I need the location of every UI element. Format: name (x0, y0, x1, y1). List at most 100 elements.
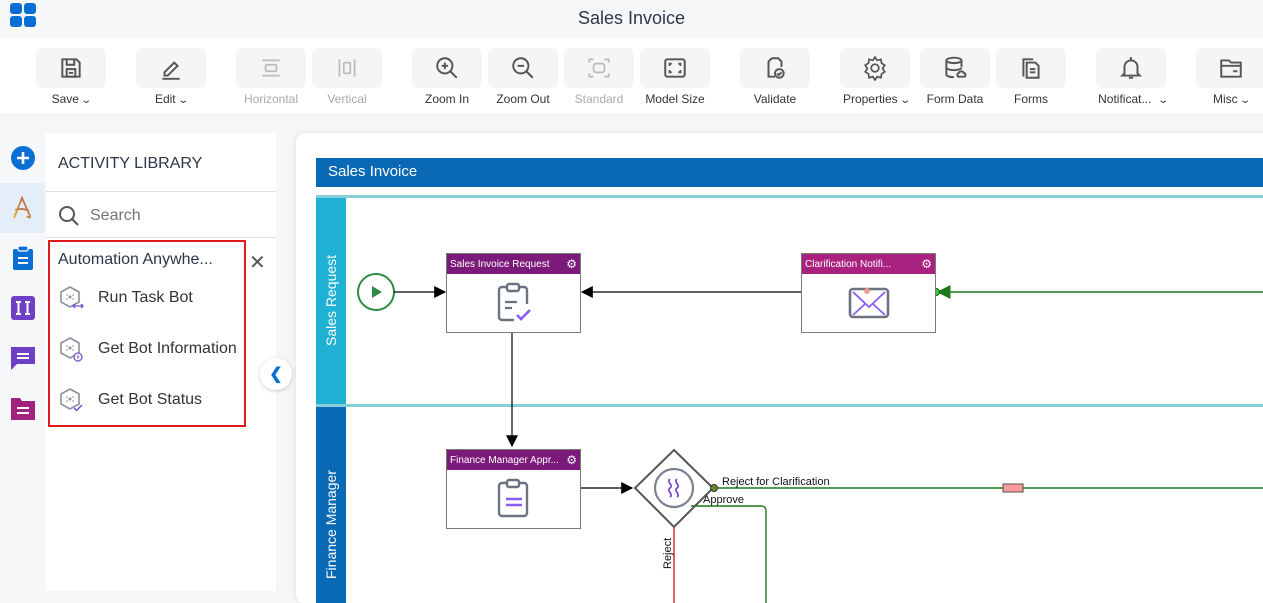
task-finance-manager-approval[interactable]: Finance Manager Appr... ⚙ (446, 449, 581, 529)
zoom-in-button[interactable] (412, 48, 482, 88)
app-title: Sales Invoice (577, 8, 686, 28)
folder-doc-icon (10, 398, 35, 420)
chevron-down-icon: ⌄ (176, 95, 189, 106)
library-item-label: Get Bot Status (98, 391, 203, 408)
model-size-icon (664, 58, 686, 78)
close-icon[interactable]: ✕ (249, 250, 266, 275)
vertical-layout-icon (338, 59, 356, 77)
top-bar: Sales Invoice (0, 0, 1263, 38)
horizontal-label: Horizontal (243, 92, 299, 106)
start-event[interactable] (357, 273, 395, 311)
task-header: Clarification Notifi... ⚙ (802, 254, 935, 274)
chevron-down-icon: ⌄ (1157, 95, 1170, 106)
edit-button[interactable] (136, 48, 206, 88)
library-item-label: Get Bot Information (98, 340, 237, 357)
validate-button[interactable] (740, 48, 810, 88)
zoom-out-button[interactable] (488, 48, 558, 88)
notifications-label[interactable]: Notificat... ⌄ (1094, 92, 1172, 106)
folder-icon (1220, 59, 1242, 78)
run-task-bot-icon (60, 286, 84, 309)
task-header: Finance Manager Appr... ⚙ (447, 450, 580, 470)
library-item-run-task-bot[interactable]: Run Task Bot (58, 285, 193, 311)
model-size-button[interactable] (640, 48, 710, 88)
notifications-text: Notificat... (1098, 92, 1152, 106)
task-header: Sales Invoice Request ⚙ (447, 254, 580, 274)
zoom-in-icon (436, 57, 458, 79)
database-icon (945, 56, 967, 79)
properties-text: Properties (842, 92, 898, 106)
library-item-get-bot-status[interactable]: Get Bot Status (58, 387, 202, 413)
bell-icon (1119, 57, 1143, 79)
library-group-title[interactable]: Automation Anywhe... (58, 251, 213, 269)
validate-icon (767, 57, 785, 79)
gear-icon[interactable]: ⚙ (566, 257, 577, 271)
task-clarification-notification[interactable]: Clarification Notifi... ⚙ (801, 253, 936, 333)
flow-approve (691, 505, 767, 603)
vertical-button[interactable] (312, 48, 382, 88)
save-text: Save (51, 92, 79, 106)
form-data-button[interactable] (920, 48, 990, 88)
flow-label-reject: Reject (662, 537, 674, 569)
search-box[interactable] (58, 205, 250, 227)
rail-add[interactable] (0, 133, 45, 183)
left-rail (0, 133, 45, 591)
properties-label[interactable]: Properties⌄ (838, 92, 914, 106)
task-sales-invoice-request[interactable]: Sales Invoice Request ⚙ (446, 253, 581, 333)
forms-button[interactable] (996, 48, 1066, 88)
process-canvas[interactable]: Sales Invoice Sales Request Finance Mana… (296, 133, 1263, 603)
text-field-icon (10, 296, 35, 320)
envelope-icon (848, 287, 889, 319)
misc-button[interactable] (1196, 48, 1263, 88)
collapse-panel-button[interactable]: ❮ (260, 358, 292, 390)
zoom-out-label: Zoom Out (496, 92, 550, 106)
get-bot-information-icon (60, 337, 83, 362)
rail-documents[interactable] (0, 383, 45, 433)
rail-activity-library[interactable] (0, 183, 45, 233)
rail-variables[interactable] (0, 283, 45, 333)
save-label[interactable]: Save⌄ (36, 92, 106, 106)
divider (46, 191, 276, 192)
forms-icon (1022, 58, 1040, 79)
save-icon (61, 58, 81, 78)
activity-a-icon (12, 195, 31, 219)
vertical-label: Vertical (327, 92, 367, 106)
pencil-icon (162, 61, 180, 80)
horizontal-button[interactable] (236, 48, 306, 88)
standard-label: Standard (574, 92, 624, 106)
misc-label[interactable]: Misc⌄ (1196, 92, 1263, 106)
horizontal-layout-icon (262, 59, 280, 77)
properties-button[interactable] (840, 48, 910, 88)
chevron-down-icon: ⌄ (1238, 95, 1251, 106)
exclusive-gateway[interactable] (633, 448, 715, 529)
edit-label[interactable]: Edit⌄ (136, 92, 206, 106)
task-title: Finance Manager Appr... (450, 454, 559, 466)
connector-dot (710, 484, 718, 492)
get-bot-status-icon (60, 388, 83, 412)
library-item-get-bot-information[interactable]: Get Bot Information (58, 336, 237, 362)
gear-icon (864, 55, 886, 81)
flow-waypoint-handle (1002, 483, 1024, 493)
save-button[interactable] (36, 48, 106, 88)
task-title: Clarification Notifi... (805, 258, 892, 270)
clipboard-list-icon (497, 478, 528, 518)
form-data-label: Form Data (926, 92, 984, 106)
search-input[interactable] (90, 207, 250, 225)
divider (46, 237, 276, 238)
gear-icon[interactable]: ⚙ (566, 453, 577, 467)
flow-connectors (357, 273, 1263, 603)
notifications-button[interactable] (1096, 48, 1166, 88)
task-title: Sales Invoice Request (450, 258, 550, 270)
plus-circle-icon (10, 146, 35, 170)
rail-messages[interactable] (0, 333, 45, 383)
rail-forms[interactable] (0, 233, 45, 283)
flow-label-approve: Approve (703, 494, 744, 506)
clipboard-icon (12, 245, 33, 270)
gear-icon[interactable]: ⚙ (921, 257, 932, 271)
chevron-down-icon: ⌄ (898, 95, 911, 106)
edit-text: Edit (154, 92, 176, 106)
validate-label: Validate (753, 92, 797, 106)
standard-size-icon (588, 58, 610, 78)
standard-button[interactable] (564, 48, 634, 88)
chevron-down-icon: ⌄ (80, 95, 93, 106)
misc-text: Misc (1212, 92, 1238, 106)
